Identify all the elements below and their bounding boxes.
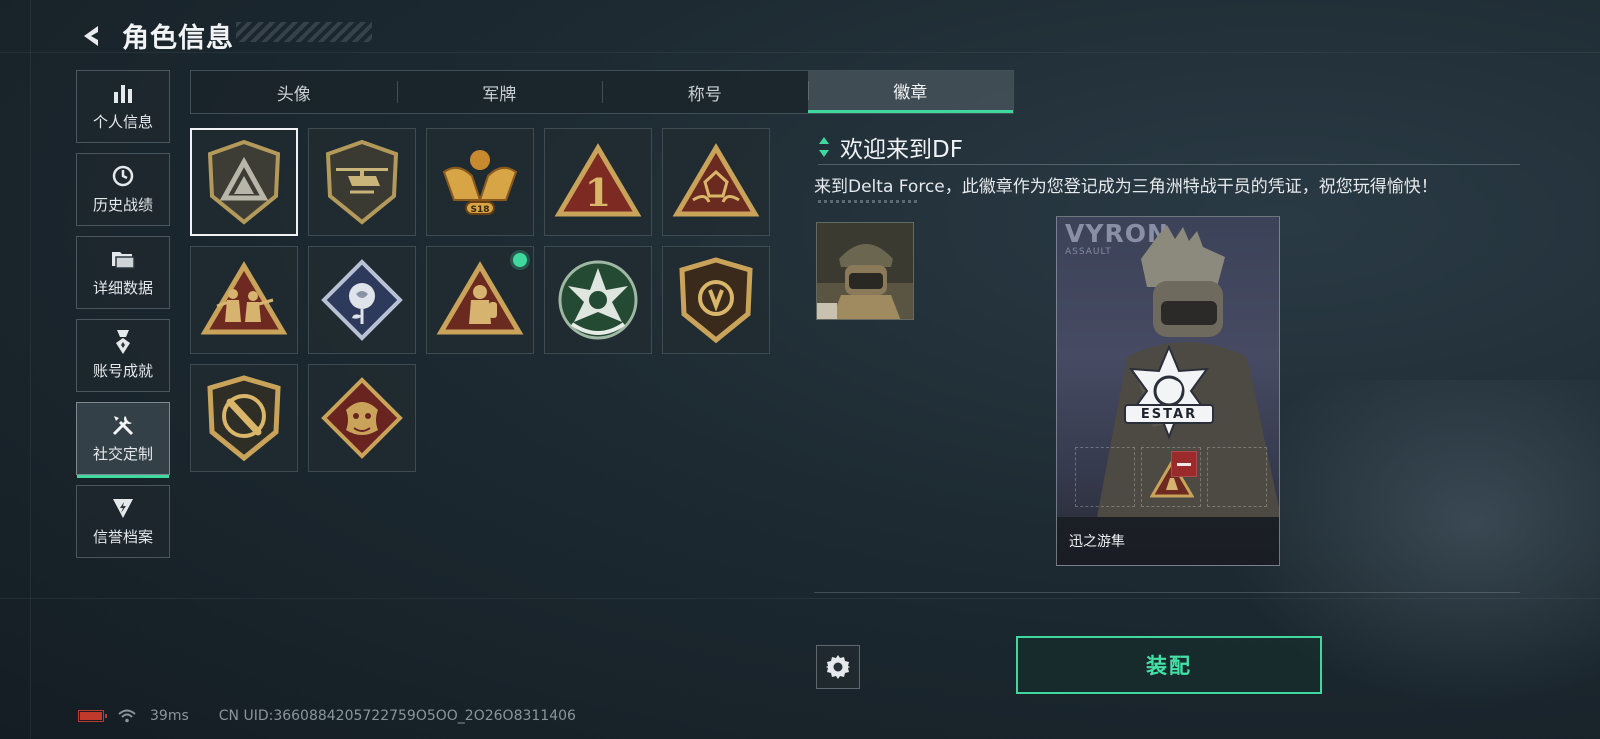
sidebar-item-social-customization[interactable]: 社交定制 bbox=[76, 402, 170, 478]
estar-emblem-icon bbox=[1124, 345, 1214, 440]
eye-shield-badge-icon bbox=[679, 257, 753, 344]
rose-badge-icon bbox=[321, 259, 403, 341]
badge-cell[interactable] bbox=[308, 128, 416, 236]
svg-text:1: 1 bbox=[585, 170, 611, 215]
gear-icon bbox=[826, 655, 850, 679]
badge-cell[interactable] bbox=[190, 364, 298, 472]
emblem-label: ESTAR bbox=[1140, 407, 1198, 422]
badge-grid: S18 1 bbox=[190, 128, 770, 472]
equip-button[interactable]: 装配 bbox=[1016, 636, 1322, 694]
dice-hands-badge-icon bbox=[672, 143, 760, 217]
tools-icon bbox=[110, 413, 136, 437]
tab-avatar[interactable]: 头像 bbox=[191, 71, 397, 113]
soldiers-badge-icon bbox=[200, 261, 288, 335]
sidebar-item-achievements[interactable]: 账号成就 bbox=[76, 319, 170, 392]
badge-cell[interactable] bbox=[662, 128, 770, 236]
user-id: CN UID:3660884205722759O5OO_2O26O8311406 bbox=[218, 708, 576, 724]
sidebar-item-personal-info[interactable]: 个人信息 bbox=[76, 70, 170, 143]
badge-cell[interactable] bbox=[544, 246, 652, 354]
minus-icon bbox=[1177, 462, 1191, 466]
badge-cell[interactable] bbox=[662, 246, 770, 354]
badge-description: 来到Delta Force，此徽章作为您登记成为三角洲特战干员的凭证，祝您玩得愉… bbox=[814, 177, 1438, 197]
new-indicator-dot bbox=[513, 253, 527, 267]
background-grid-line bbox=[30, 0, 31, 739]
badge-cell[interactable]: S18 bbox=[426, 128, 534, 236]
badge-cell[interactable] bbox=[308, 364, 416, 472]
status-bar: 39ms CN UID:3660884205722759O5OO_2O26O83… bbox=[78, 708, 576, 724]
sidebar-item-label: 历史战绩 bbox=[92, 196, 153, 214]
sort-arrows-icon bbox=[819, 137, 829, 157]
number-one-badge-icon: 1 bbox=[554, 143, 642, 217]
bar-chart-icon bbox=[110, 81, 136, 105]
sidebar: 个人信息 历史战绩 详细数据 账号成就 社交定制 信誉档案 bbox=[76, 70, 170, 568]
sidebar-item-label: 个人信息 bbox=[92, 113, 153, 131]
badge-cell[interactable]: 1 bbox=[544, 128, 652, 236]
eagle-badge-icon: S18 bbox=[442, 150, 518, 215]
badge-cell[interactable] bbox=[190, 128, 298, 236]
settings-button[interactable] bbox=[816, 645, 860, 689]
shield-bolt-icon bbox=[110, 496, 136, 520]
sidebar-item-label: 详细数据 bbox=[92, 279, 153, 297]
sidebar-item-detailed-data[interactable]: 详细数据 bbox=[76, 236, 170, 309]
knife-badge-icon bbox=[207, 375, 281, 462]
tab-dog-tag[interactable]: 军牌 bbox=[396, 71, 603, 113]
dragon-badge-icon bbox=[321, 377, 403, 459]
firefighter-badge-icon bbox=[436, 261, 524, 335]
badge-cell[interactable] bbox=[190, 246, 298, 354]
ping-value: 39ms bbox=[150, 708, 189, 724]
divider bbox=[818, 164, 1520, 165]
back-button[interactable] bbox=[76, 18, 108, 54]
title-decoration bbox=[236, 22, 372, 42]
tab-badge[interactable]: 徽章 bbox=[807, 71, 1013, 113]
badge-slot[interactable] bbox=[1207, 447, 1267, 507]
battery-icon bbox=[78, 710, 107, 722]
background-grid-line bbox=[0, 598, 1600, 599]
badge-slot[interactable] bbox=[1075, 447, 1135, 507]
badge-detail-header: 欢迎来到DF bbox=[818, 130, 963, 164]
operator-portrait-icon bbox=[817, 223, 913, 319]
remove-badge-button[interactable] bbox=[1171, 451, 1197, 477]
helicopter-badge-icon bbox=[325, 139, 399, 225]
back-arrow-icon bbox=[84, 25, 98, 46]
tab-title[interactable]: 称号 bbox=[602, 71, 808, 113]
page-title: 角色信息 bbox=[122, 23, 234, 54]
clock-icon bbox=[110, 164, 136, 188]
svg-text:S18: S18 bbox=[470, 205, 489, 215]
delta-triangle-badge-icon bbox=[207, 139, 281, 225]
sidebar-item-reputation[interactable]: 信誉档案 bbox=[76, 485, 170, 558]
badge-title: 欢迎来到DF bbox=[840, 137, 963, 163]
sidebar-item-label: 账号成就 bbox=[92, 362, 153, 380]
page-header: 角色信息 bbox=[76, 16, 234, 55]
scroll-indicator bbox=[818, 200, 918, 203]
badge-cell[interactable] bbox=[426, 246, 534, 354]
avatar[interactable] bbox=[816, 222, 914, 320]
player-name: 迅之游隼 bbox=[1069, 534, 1125, 550]
background-grid-line bbox=[0, 52, 1600, 53]
customization-tabs: 头像 军牌 称号 徽章 bbox=[190, 70, 1014, 114]
medal-icon bbox=[110, 330, 136, 354]
player-card: VYRON ASSAULT ESTAR 迅之游隼 bbox=[1056, 216, 1280, 566]
wifi-icon bbox=[118, 709, 136, 723]
folder-icon bbox=[110, 247, 136, 271]
divider bbox=[814, 592, 1520, 593]
badge-cell[interactable] bbox=[308, 246, 416, 354]
star-skull-badge-icon bbox=[558, 260, 638, 340]
sidebar-item-label: 信誉档案 bbox=[92, 528, 153, 546]
sidebar-item-label: 社交定制 bbox=[92, 445, 153, 463]
sidebar-item-history[interactable]: 历史战绩 bbox=[76, 153, 170, 226]
